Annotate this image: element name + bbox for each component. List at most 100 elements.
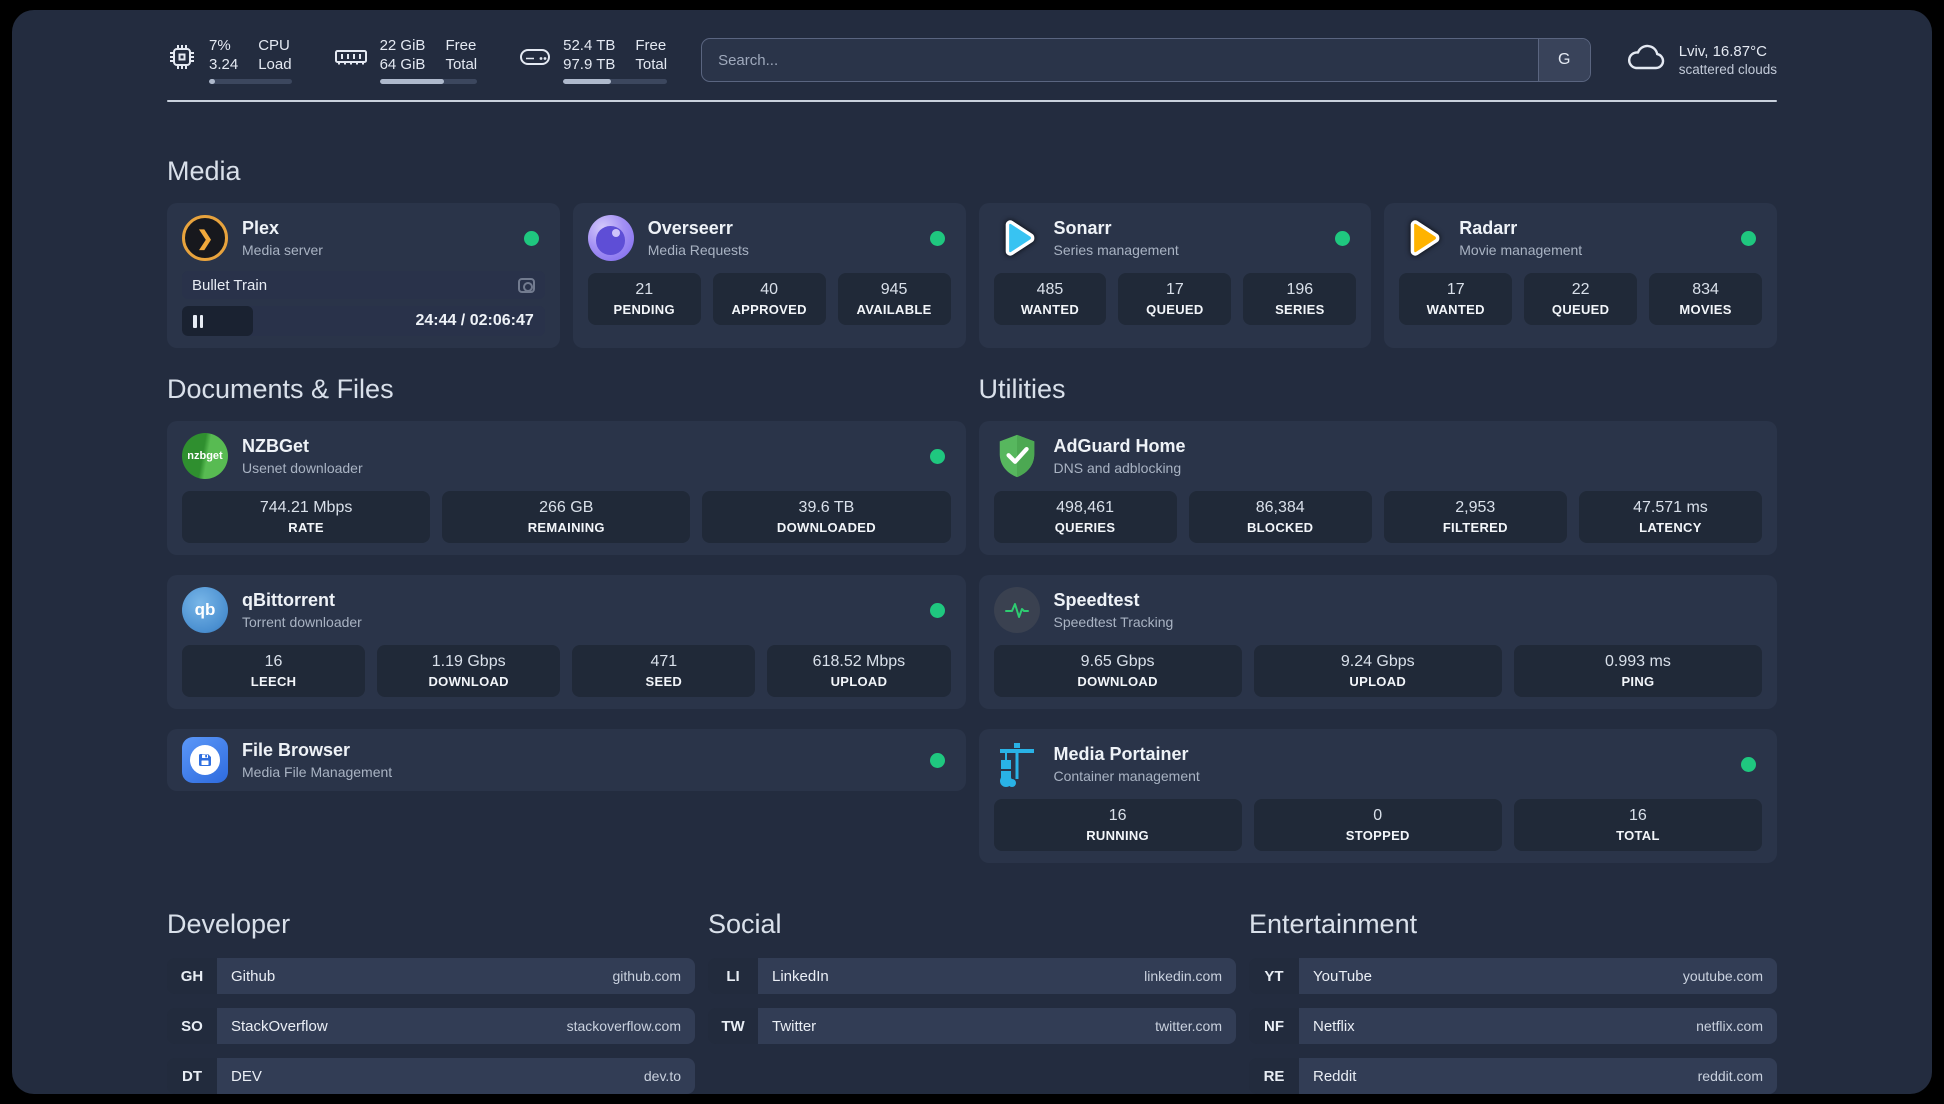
bookmark-url: twitter.com (1155, 1018, 1222, 1034)
app-card-qbittorrent[interactable]: qb qBittorrent Torrent downloader 16 LEE… (167, 575, 966, 709)
app-card-speedtest[interactable]: Speedtest Speedtest Tracking 9.65 Gbps D… (978, 575, 1777, 709)
overseerr-icon (587, 215, 634, 261)
app-card-sonarr[interactable]: Sonarr Series management 485 WANTED 17 Q… (978, 203, 1372, 348)
stat-value: 0 (1373, 807, 1383, 824)
bookmark-link-youtube[interactable]: YT YouTube youtube.com (1249, 958, 1777, 994)
stat-label: STOPPED (1345, 828, 1410, 843)
cpu-progress (209, 79, 292, 84)
weather-condition: scattered clouds (1678, 62, 1777, 77)
file-browser-icon (182, 737, 228, 783)
bookmark-abbr: DT (167, 1058, 217, 1094)
adguard-icon (994, 433, 1040, 479)
playback-time: 24:44 / 02:06:47 (415, 312, 534, 329)
disk-icon (519, 36, 551, 77)
disk-progress (563, 79, 668, 84)
stat-value: 17 (1446, 281, 1465, 298)
cpu-load-label: Load (258, 56, 292, 73)
section-title-media: Media (167, 156, 241, 186)
stat-value: 17 (1165, 281, 1184, 298)
bookmark-name: Reddit (1313, 1067, 1357, 1085)
stat-label: LEECH (250, 674, 297, 689)
bookmark-link-github[interactable]: GH Github github.com (167, 958, 695, 994)
app-card-portainer[interactable]: Media Portainer Container management 16 … (978, 729, 1777, 863)
bookmark-group-developer: Developer GH Github github.com SO StackO… (167, 909, 695, 1094)
stat-value: 86,384 (1255, 499, 1305, 516)
status-dot (1335, 230, 1351, 246)
stat-value: 9.24 Gbps (1340, 653, 1415, 670)
stat-value: 39.6 TB (798, 499, 855, 516)
radarr-icon (1399, 215, 1445, 261)
stat-value: 22 (1571, 281, 1590, 298)
bookmark-link-netflix[interactable]: NF Netflix netflix.com (1249, 1008, 1777, 1044)
stat-value: 945 (880, 281, 908, 298)
stat-label: SERIES (1275, 302, 1325, 317)
app-subtitle: Movie management (1459, 242, 1583, 258)
bookmark-url: youtube.com (1682, 968, 1763, 984)
bookmark-url: github.com (612, 968, 681, 984)
stat-box: 744.21 Mbps RATE (182, 491, 431, 543)
stat-value: 47.571 ms (1633, 499, 1708, 516)
bookmark-link-linkedin[interactable]: LI LinkedIn linkedin.com (708, 958, 1236, 994)
pause-icon[interactable] (193, 314, 203, 328)
app-title: Sonarr (1053, 218, 1112, 238)
stat-label: REMAINING (527, 520, 605, 535)
app-card-plex[interactable]: ❯ Plex Media server Bullet Train 24:44 /… (167, 203, 560, 348)
section-title-documents: Documents & Files (167, 374, 394, 404)
bookmark-abbr: SO (167, 1008, 217, 1044)
bookmark-link-stackoverflow[interactable]: SO StackOverflow stackoverflow.com (167, 1008, 695, 1044)
stat-value: 2,953 (1455, 499, 1496, 516)
memory-progress (379, 79, 478, 84)
app-title: AdGuard Home (1053, 436, 1186, 456)
plex-now-playing: Bullet Train 24:44 / 02:06:47 (182, 271, 545, 336)
app-card-adguard[interactable]: AdGuard Home DNS and adblocking 498,461 … (978, 421, 1777, 555)
stat-value: 1.19 Gbps (431, 653, 506, 670)
stat-value: 471 (650, 653, 678, 670)
weather-location: Lviv, 16.87°C (1678, 43, 1767, 60)
stat-value: 196 (1286, 281, 1314, 298)
app-card-overseerr[interactable]: Overseerr Media Requests 21 PENDING 40 A… (572, 203, 966, 348)
status-dot (1741, 230, 1756, 246)
stat-box: 9.24 Gbps UPLOAD (1253, 645, 1502, 697)
app-card-file-browser[interactable]: File Browser Media File Management (167, 729, 966, 791)
disk-free-value: 52.4 TB (563, 37, 616, 54)
stat-box: 834 MOVIES (1649, 273, 1763, 325)
bookmark-link-dev[interactable]: DT DEV dev.to (167, 1058, 695, 1094)
bookmark-name: DEV (231, 1067, 262, 1085)
search-bar: G (701, 38, 1591, 82)
app-title: Radarr (1459, 218, 1518, 238)
bookmark-abbr: GH (167, 958, 217, 994)
section-title-utilities: Utilities (978, 374, 1066, 404)
stat-label: DOWNLOAD (428, 674, 509, 689)
stat-box: 39.6 TB DOWNLOADED (702, 491, 951, 543)
app-card-radarr[interactable]: Radarr Movie management 17 WANTED 22 QUE… (1384, 203, 1777, 348)
stat-box: 22 QUEUED (1524, 273, 1638, 325)
app-card-nzbget[interactable]: nzbget NZBGet Usenet downloader 744.21 M… (167, 421, 966, 555)
qbittorrent-icon: qb (182, 587, 228, 633)
bookmark-abbr: RE (1249, 1058, 1299, 1094)
app-title: qBittorrent (242, 590, 335, 610)
disk-total-label: Total (635, 56, 668, 73)
stat-label: UPLOAD (830, 674, 888, 689)
status-dot (929, 752, 945, 768)
section-title-social: Social (708, 909, 782, 939)
stat-box: 86,384 BLOCKED (1188, 491, 1372, 543)
bookmark-link-reddit[interactable]: RE Reddit reddit.com (1249, 1058, 1777, 1094)
now-playing-icon[interactable] (517, 277, 535, 293)
stat-box: 17 QUEUED (1118, 273, 1232, 325)
bookmark-name: LinkedIn (772, 967, 829, 985)
playback-progress-bar[interactable]: 24:44 / 02:06:47 (182, 306, 545, 336)
bookmark-abbr: LI (708, 958, 758, 994)
stat-box: 9.65 Gbps DOWNLOAD (993, 645, 1242, 697)
stat-value: 266 GB (539, 499, 594, 516)
bookmark-link-twitter[interactable]: TW Twitter twitter.com (708, 1008, 1236, 1044)
stat-value: 0.993 ms (1605, 653, 1671, 670)
search-input[interactable] (701, 38, 1591, 82)
cpu-icon (167, 36, 197, 77)
stat-value: 9.65 Gbps (1080, 653, 1155, 670)
stat-label: RATE (288, 520, 324, 535)
stat-value: 834 (1692, 281, 1719, 298)
app-subtitle: Container management (1053, 768, 1200, 784)
stat-label: RUNNING (1086, 828, 1149, 843)
stat-label: APPROVED (731, 302, 807, 317)
search-engine-button[interactable]: G (1537, 39, 1590, 81)
